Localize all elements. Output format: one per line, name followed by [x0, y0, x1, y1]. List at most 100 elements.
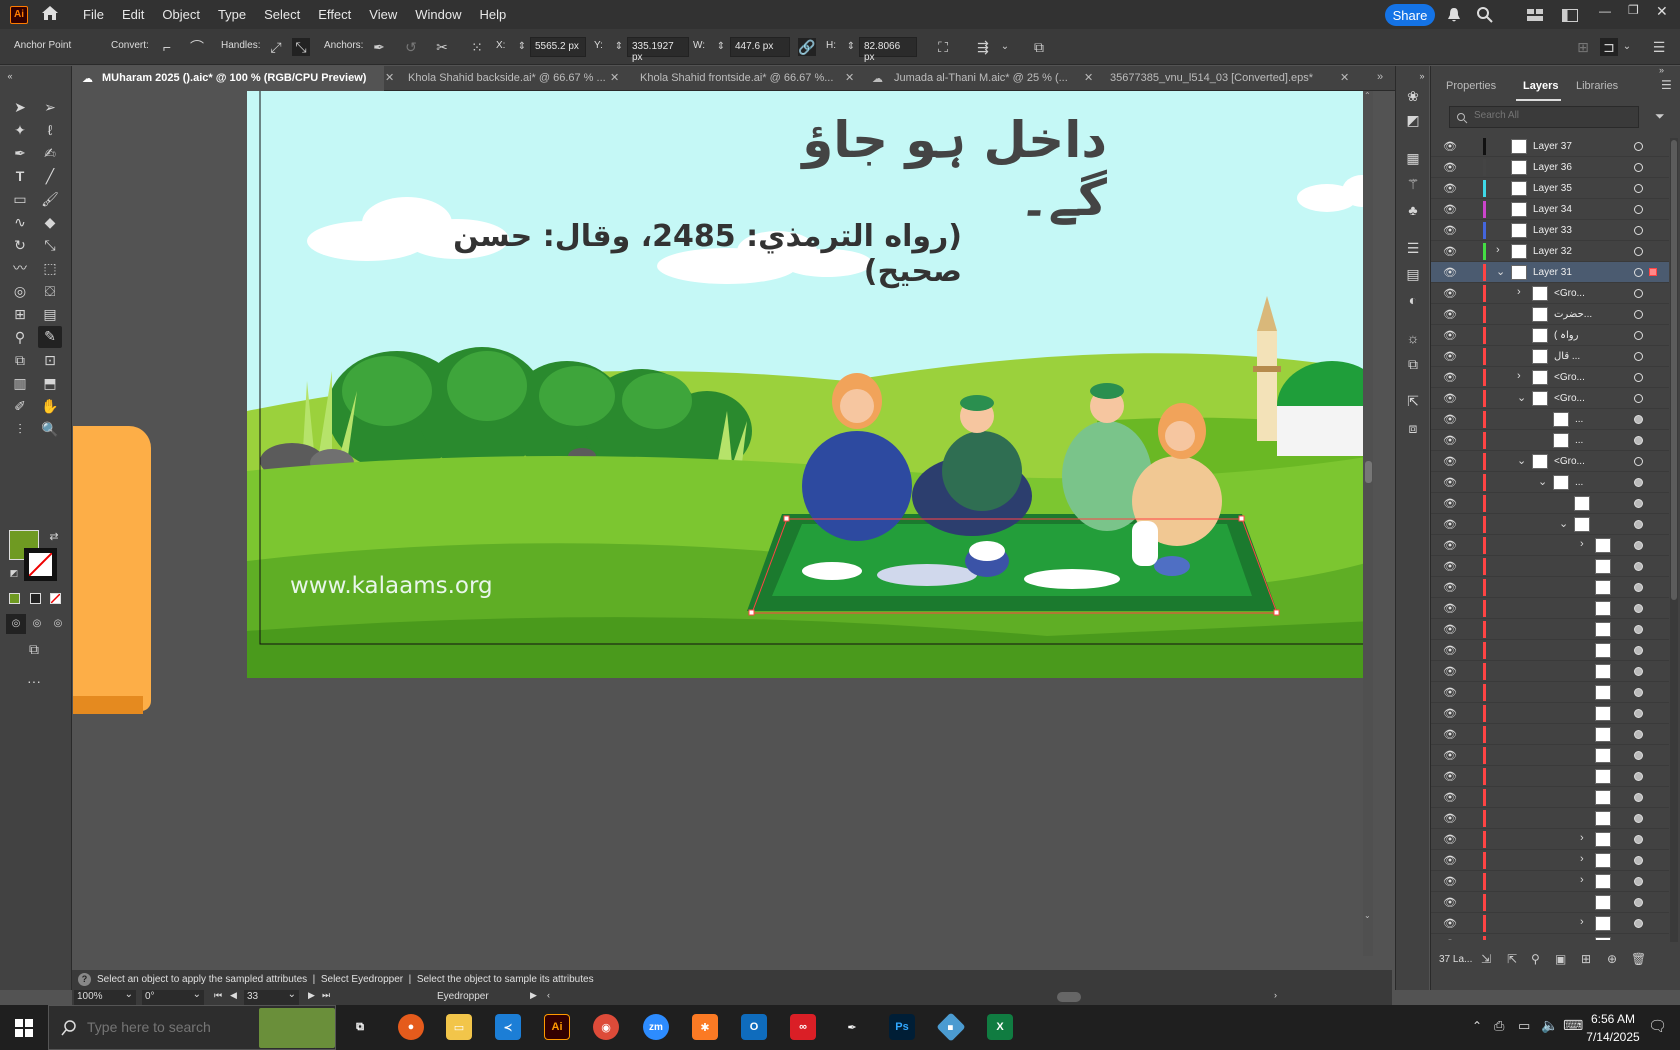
close-tab-icon[interactable]: ✕	[385, 71, 394, 84]
reference-point-icon[interactable]: ⁙	[468, 38, 486, 56]
expand-chevron-icon[interactable]: ›	[1580, 853, 1584, 865]
layer-name[interactable]: قال ...	[1554, 351, 1580, 362]
shaper-tool-icon[interactable]: ∿	[10, 212, 30, 232]
excel-icon[interactable]: X	[987, 1014, 1013, 1040]
layers-scroll-thumb[interactable]	[1671, 140, 1677, 600]
tab-khola-frontside[interactable]: Khola Shahid frontside.ai* @ 66.67 %...	[632, 66, 843, 91]
illustrator-taskbar-icon[interactable]: Ai	[544, 1014, 570, 1040]
target-circle-icon[interactable]	[1634, 730, 1643, 739]
target-circle-icon[interactable]	[1634, 373, 1643, 382]
artwork-reference[interactable]: (رواه الترمذي: 2485، وقال: حسن صحيح)	[402, 219, 962, 289]
expand-chevron-icon[interactable]: ›	[1496, 244, 1500, 256]
filter-icon[interactable]: ⏷	[1655, 109, 1665, 124]
free-transform-tool-icon[interactable]: ⬚	[40, 258, 60, 278]
layer-row[interactable]: 👁 › <Gro...	[1431, 367, 1669, 388]
x-field[interactable]: 5565.2 px	[530, 37, 586, 57]
layer-name[interactable]: Layer 32	[1533, 246, 1572, 257]
visibility-eye-icon[interactable]: 👁	[1443, 161, 1457, 174]
w-stepper-icon[interactable]: ⇕	[712, 38, 730, 56]
menu-help[interactable]: Help	[470, 7, 515, 22]
taskbar-search-box[interactable]	[48, 1005, 336, 1050]
target-circle-icon[interactable]	[1634, 751, 1643, 760]
eraser-tool-icon[interactable]: ◆	[40, 212, 60, 232]
outlook-icon[interactable]: O	[741, 1014, 767, 1040]
visibility-eye-icon[interactable]: 👁	[1443, 749, 1457, 762]
visibility-eye-icon[interactable]: 👁	[1443, 770, 1457, 783]
layer-row[interactable]: 👁	[1431, 745, 1669, 766]
artboard[interactable]: داخل ہو جاؤ گے۔ (رواه الترمذي: 2485، وقا…	[247, 91, 1373, 678]
expand-chevron-icon[interactable]: ›	[1580, 937, 1584, 940]
zoom-tool-icon[interactable]: 🔍	[40, 419, 60, 439]
layer-row[interactable]: 👁›	[1431, 934, 1669, 940]
target-circle-icon[interactable]	[1634, 184, 1643, 193]
visibility-eye-icon[interactable]: 👁	[1443, 455, 1457, 468]
layer-row[interactable]: 👁	[1431, 682, 1669, 703]
artwork-website[interactable]: www.kalaams.org	[290, 573, 493, 599]
target-circle-icon[interactable]	[1634, 499, 1643, 508]
layer-row[interactable]: 👁 ⌄...	[1431, 472, 1669, 493]
tab-layers[interactable]: Layers	[1523, 80, 1558, 92]
firefox-icon[interactable]: ●	[398, 1014, 424, 1040]
snap-dropdown-icon[interactable]: ⌄	[1618, 38, 1636, 56]
visibility-eye-icon[interactable]: 👁	[1443, 623, 1457, 636]
canvas-area[interactable]: داخل ہو جاؤ گے۔ (رواه الترمذي: 2485، وقا…	[73, 91, 1373, 976]
transform-icon[interactable]: ⛶	[934, 38, 952, 56]
layer-row[interactable]: 👁 ⌄	[1431, 514, 1669, 535]
expand-chevron-icon[interactable]: ›	[1580, 832, 1584, 844]
layer-row[interactable]: 👁 › Layer 32	[1431, 241, 1669, 262]
color-guide-panel-icon[interactable]: ☼	[1403, 328, 1423, 348]
visibility-eye-icon[interactable]: 👁	[1443, 833, 1457, 846]
target-circle-icon[interactable]	[1634, 877, 1643, 886]
visibility-eye-icon[interactable]: 👁	[1443, 644, 1457, 657]
rotation-select[interactable]: 0° ⌄	[142, 989, 204, 1005]
tab-muharam[interactable]: ☁ MUharam 2025 ().aic* @ 100 % (RGB/CPU …	[72, 66, 384, 91]
symbol-sprayer-tool-icon[interactable]: ⊡	[40, 350, 60, 370]
creative-cloud-icon[interactable]: ∞	[790, 1014, 816, 1040]
mesh-tool-icon[interactable]: ⊞	[10, 304, 30, 324]
layer-search-input[interactable]	[1474, 110, 1624, 121]
tab-libraries[interactable]: Libraries	[1576, 80, 1618, 92]
vscode-icon[interactable]: ≺	[495, 1014, 521, 1040]
prev-artboard-icon[interactable]: ◀	[230, 990, 237, 1001]
tray-app-icon[interactable]: ⎙	[1494, 1018, 1504, 1034]
menu-file[interactable]: File	[74, 7, 113, 22]
target-circle-icon[interactable]	[1634, 625, 1643, 634]
zoom-select[interactable]: 100% ⌄	[74, 989, 136, 1005]
target-circle-icon[interactable]	[1634, 289, 1643, 298]
chrome-icon[interactable]: ◉	[593, 1014, 619, 1040]
layer-row[interactable]: 👁	[1431, 766, 1669, 787]
x-stepper-icon[interactable]: ⇕	[513, 38, 531, 56]
visibility-eye-icon[interactable]: 👁	[1443, 602, 1457, 615]
rotate-tool-icon[interactable]: ↻	[10, 235, 30, 255]
lasso-tool-icon[interactable]: ℓ	[40, 120, 60, 140]
menu-view[interactable]: View	[360, 7, 406, 22]
target-circle-icon[interactable]	[1634, 814, 1643, 823]
delete-layer-icon[interactable]: 🗑	[1631, 952, 1646, 966]
close-tab-icon[interactable]: ✕	[845, 71, 854, 84]
target-circle-icon[interactable]	[1634, 247, 1643, 256]
layer-row[interactable]: 👁 حضرت...	[1431, 304, 1669, 325]
layer-name[interactable]: Layer 36	[1533, 162, 1572, 173]
layer-row[interactable]: 👁	[1431, 703, 1669, 724]
offcanvas-orange-shape[interactable]	[73, 426, 151, 711]
visibility-eye-icon[interactable]: 👁	[1443, 938, 1457, 940]
close-tab-icon[interactable]: ✕	[1340, 71, 1349, 84]
rectangle-tool-icon[interactable]: ▭	[10, 189, 30, 209]
visibility-eye-icon[interactable]: 👁	[1443, 665, 1457, 678]
swap-fill-stroke-icon[interactable]: ⇄	[44, 527, 64, 547]
layer-row[interactable]: 👁 Layer 36	[1431, 157, 1669, 178]
layer-row[interactable]: 👁	[1431, 493, 1669, 514]
layer-name[interactable]: ...	[1575, 435, 1583, 446]
layer-row[interactable]: 👁›	[1431, 535, 1669, 556]
target-circle-icon[interactable]	[1634, 646, 1643, 655]
expand-chevron-icon[interactable]: ⌄	[1517, 391, 1526, 404]
layer-name[interactable]: Layer 33	[1533, 225, 1572, 236]
scale-tool-icon[interactable]: ⤡	[40, 235, 60, 255]
visibility-eye-icon[interactable]: 👁	[1443, 413, 1457, 426]
visibility-eye-icon[interactable]: 👁	[1443, 518, 1457, 531]
eyedropper-tool-icon[interactable]: ⚲	[10, 327, 30, 347]
network-icon[interactable]: ▭	[1518, 1018, 1530, 1034]
gradient-panel-icon[interactable]: ▤	[1403, 264, 1423, 284]
close-tab-icon[interactable]: ✕	[1084, 71, 1093, 84]
eyedropper-active-icon[interactable]: ✎	[38, 326, 62, 348]
